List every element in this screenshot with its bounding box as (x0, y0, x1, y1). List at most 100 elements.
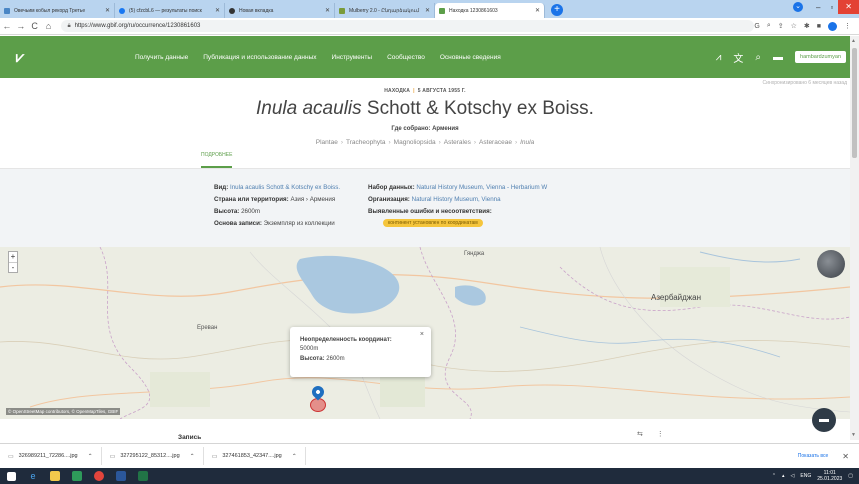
tab-close-icon[interactable]: ✕ (215, 7, 220, 14)
sidebar-icon[interactable]: ■ (817, 23, 821, 30)
globe-icon[interactable] (817, 250, 845, 278)
reload-icon[interactable]: C (28, 21, 42, 31)
clock[interactable]: 11:01 25.01.2023 (817, 470, 842, 482)
user-button[interactable]: hambardzumyan (795, 51, 846, 63)
chevron-up-icon[interactable]: ⌃ (190, 453, 195, 460)
org-link[interactable]: Natural History Museum, Vienna (412, 196, 501, 203)
share-icon[interactable]: ⇪ (778, 22, 784, 30)
downloads-close-icon[interactable]: ✕ (842, 452, 859, 461)
tray-chevron-icon[interactable]: ⌃ (772, 473, 776, 479)
page-scrollbar[interactable]: ▲ ▼ (850, 36, 859, 440)
nav-right: ⩘ 文 ⌕ ▬ hambardzumyan (716, 50, 850, 65)
popup-altitude-value: 2600m (326, 356, 345, 362)
ie-icon[interactable]: e (22, 468, 44, 484)
tab-favicon-icon (339, 7, 345, 14)
download-item[interactable]: ▭ 327295122_85312....jpg ⌃ (102, 447, 204, 465)
file-explorer-icon[interactable] (44, 468, 66, 484)
back-icon[interactable]: ← (0, 21, 14, 31)
zoom-in-button[interactable]: + (9, 252, 17, 262)
taxon-kingdom[interactable]: Plantae (316, 139, 338, 146)
species-link[interactable]: Inula acaulis Schott & Kotschy ex Boiss. (230, 184, 340, 191)
translate-icon[interactable]: 文 (733, 50, 743, 65)
chrome-icon[interactable] (88, 468, 110, 484)
nav-community[interactable]: Сообщество (387, 54, 425, 61)
summary-species: Вид: Inula acaulis Schott & Kotschy ex B… (214, 184, 340, 191)
browser-tab-active[interactable]: Находка 1230861603 ✕ (435, 3, 545, 18)
scroll-down-icon[interactable]: ▼ (851, 432, 856, 438)
issue-badge[interactable]: континент установлен по координатам (383, 219, 483, 227)
chat-icon[interactable]: ▬ (812, 408, 836, 432)
nav-get-data[interactable]: Получить данные (135, 54, 188, 61)
basis-label: Основа записи: (214, 220, 262, 227)
google-lens-icon[interactable]: G (754, 23, 759, 30)
download-item[interactable]: ▭ 326989211_72286....jpg ⌃ (0, 447, 102, 465)
issues-label: Выявленные ошибки и несоответствия: (368, 208, 492, 215)
taxon-phylum[interactable]: Tracheophyta (346, 139, 386, 146)
bookmark-star-icon[interactable]: ☆ (791, 22, 797, 30)
excel-icon[interactable] (132, 468, 154, 484)
nav-publishing[interactable]: Публикация и использование данных (203, 54, 316, 61)
store-icon[interactable] (66, 468, 88, 484)
new-tab-button[interactable]: + (551, 4, 563, 16)
popup-close-icon[interactable]: × (420, 331, 424, 338)
zoom-icon[interactable]: ⌕ (767, 22, 771, 30)
maximize-button[interactable]: ▫ (825, 3, 838, 12)
close-window-button[interactable]: ✕ (838, 0, 859, 14)
feedback-icon[interactable]: ▬ (773, 52, 783, 63)
kicker-label: НАХОДКА (384, 88, 411, 94)
summary-basis: Основа записи: Экземпляр из коллекции (214, 220, 335, 227)
gbif-logo[interactable]: ⩗ (0, 49, 40, 66)
tab-search-icon[interactable]: ⌄ (793, 2, 803, 12)
tab-favicon-icon (229, 7, 235, 14)
volume-icon[interactable]: ◁ (791, 473, 795, 479)
taxon-family[interactable]: Asteraceae (479, 139, 512, 146)
tab-label: Овечьим кобыл рекорд Третье (14, 7, 86, 14)
download-item[interactable]: ▭ 327461853_42347....jpg ⌃ (204, 447, 306, 465)
where-value: Армения (432, 126, 459, 132)
word-icon[interactable] (110, 468, 132, 484)
show-all-downloads-link[interactable]: Показать все (798, 453, 843, 459)
map-attribution[interactable]: © OpenStreetMap contributors, © OpenMapT… (6, 408, 121, 415)
altitude-value: 2600m (241, 208, 261, 215)
search-icon[interactable]: ⌕ (755, 52, 761, 63)
forward-icon[interactable]: → (14, 21, 28, 31)
nav-about[interactable]: Основные сведения (440, 54, 501, 61)
tab-label: Находка 1230861603 (449, 7, 498, 14)
notifications-icon[interactable]: ▢ (848, 473, 853, 479)
map-popup: × Неопределенность координат: 5000m Высо… (290, 327, 431, 377)
tab-close-icon[interactable]: ✕ (325, 7, 330, 14)
record-tools-icons[interactable]: ⇆ ⋮ (637, 430, 670, 438)
browser-tab[interactable]: Овечьим кобыл рекорд Третье ✕ (0, 3, 115, 18)
scrollbar-thumb[interactable] (852, 48, 857, 158)
browser-tab[interactable]: (5) cfzcbL6 — результаты поиск ✕ (115, 3, 225, 18)
taxon-genus[interactable]: Inula (520, 139, 534, 146)
browser-tab[interactable]: Новая вкладка ✕ (225, 3, 335, 18)
url-input[interactable]: 🔒︎ https://www.gbif.org/ru/occurrence/12… (61, 20, 755, 32)
tab-close-icon[interactable]: ✕ (535, 7, 540, 14)
profile-avatar[interactable] (828, 21, 838, 31)
org-label: Организация: (368, 196, 410, 203)
activity-icon[interactable]: ⩘ (716, 52, 722, 63)
windows-start-icon[interactable] (0, 468, 22, 484)
tab-close-icon[interactable]: ✕ (425, 7, 430, 14)
tab-close-icon[interactable]: ✕ (105, 7, 110, 14)
taxon-class[interactable]: Magnoliopsida (394, 139, 436, 146)
minimize-button[interactable]: – (811, 3, 825, 12)
occurrence-kicker: НАХОДКА | 5 АВГУСТА 1955 Г. (0, 88, 850, 94)
taxon-order[interactable]: Asterales (444, 139, 471, 146)
site-navigation: ⩗ Получить данные Публикация и использов… (0, 36, 850, 78)
summary-altitude: Высота: 2600m (214, 208, 260, 215)
home-icon[interactable]: ⌂ (42, 21, 56, 31)
tab-details[interactable]: ПОДРОБНЕЕ (201, 152, 233, 168)
scroll-up-icon[interactable]: ▲ (851, 38, 856, 44)
nav-tools[interactable]: Инструменты (332, 54, 373, 61)
browser-tab[interactable]: Mulberry 2.0 - Ընդարձակում ✕ (335, 3, 435, 18)
network-icon[interactable]: ▴ (782, 473, 785, 479)
chevron-up-icon[interactable]: ⌃ (88, 453, 93, 460)
dataset-link[interactable]: Natural History Museum, Vienna - Herbari… (416, 184, 547, 191)
chevron-up-icon[interactable]: ⌃ (292, 453, 297, 460)
extensions-icon[interactable]: ✱ (804, 22, 810, 30)
menu-icon[interactable]: ⋮ (844, 22, 851, 30)
zoom-out-button[interactable]: - (9, 262, 17, 272)
language-indicator[interactable]: ENG (800, 473, 811, 479)
